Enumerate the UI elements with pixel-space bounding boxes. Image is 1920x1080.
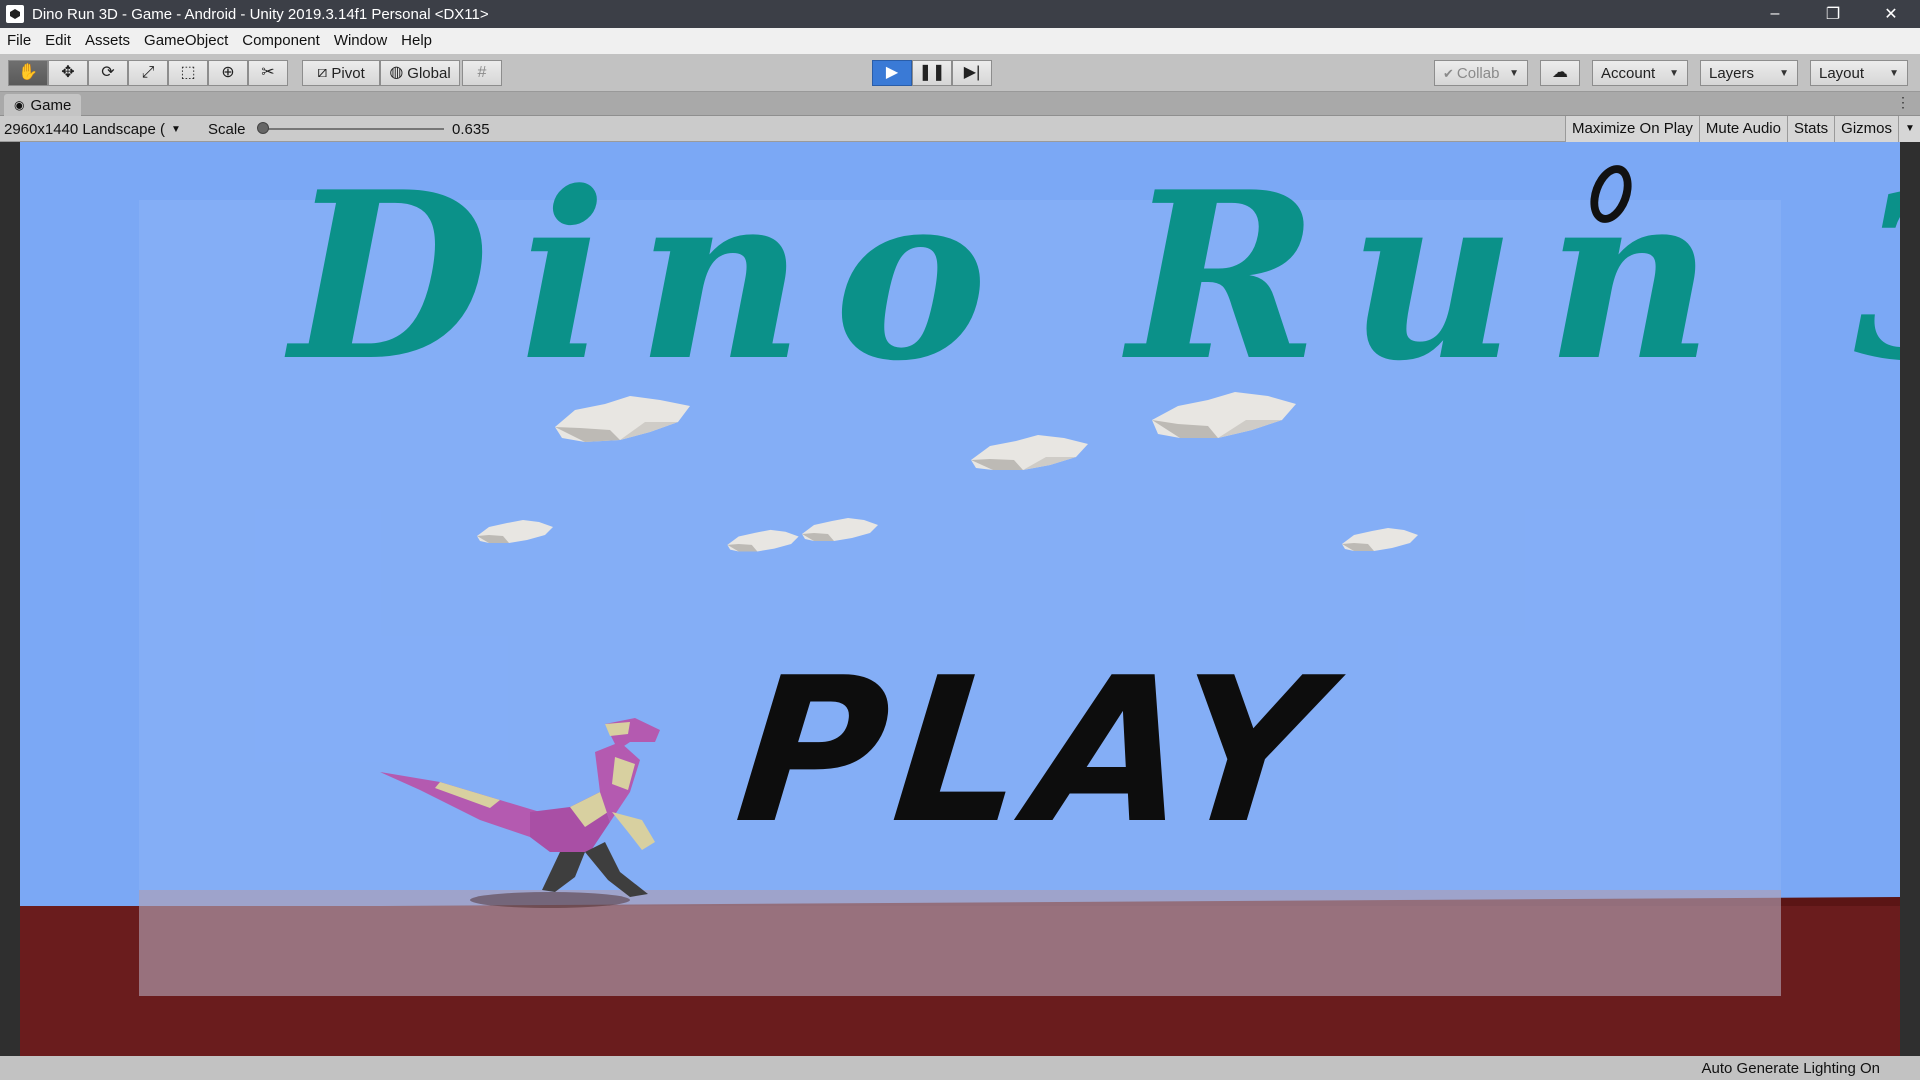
scale-tool-button[interactable]: ⤢: [128, 60, 168, 86]
global-toggle[interactable]: ◍ Global: [380, 60, 460, 86]
menu-file[interactable]: File: [0, 28, 38, 54]
cloud-image: [727, 529, 799, 552]
gamepad-icon: ◉: [14, 98, 25, 112]
pivot-toggle[interactable]: ⧄ Pivot: [302, 60, 380, 86]
game-scene: Dino Run 3D PLAY: [20, 142, 1900, 1056]
game-viewport[interactable]: Dino Run 3D PLAY: [0, 142, 1920, 1056]
grid-icon: #: [477, 64, 487, 81]
hand-icon: ✋: [18, 64, 38, 81]
menu-bar: File Edit Assets GameObject Component Wi…: [0, 28, 1920, 54]
account-group: Account ▼: [1592, 60, 1688, 86]
step-button[interactable]: ▶|: [952, 60, 992, 86]
custom-tool-button[interactable]: ✂: [248, 60, 288, 86]
move-tool-button[interactable]: ✥: [48, 60, 88, 86]
check-icon: ✔: [1443, 65, 1454, 81]
account-label: Account: [1601, 64, 1656, 82]
services-group: ☁: [1540, 60, 1580, 86]
global-label: Global: [407, 64, 451, 82]
collab-dropdown[interactable]: ✔ Collab ▼: [1434, 60, 1528, 86]
rect-tool-button[interactable]: ⬚: [168, 60, 208, 86]
step-icon: ▶|: [963, 64, 981, 81]
unity-logo-icon: [6, 5, 24, 23]
menu-gameobject[interactable]: GameObject: [137, 28, 235, 54]
play-icon: ▶: [885, 64, 899, 81]
scale-slider-handle[interactable]: [257, 122, 269, 134]
menu-help[interactable]: Help: [394, 28, 439, 54]
menu-assets[interactable]: Assets: [78, 28, 137, 54]
grid-snap-button[interactable]: #: [462, 60, 502, 86]
playback-controls: ▶ ❚❚ ▶|: [872, 60, 992, 86]
close-button[interactable]: ✕: [1862, 0, 1920, 28]
scale-label: Scale: [208, 121, 246, 138]
collab-label: Collab: [1456, 64, 1500, 82]
transform-tool-button[interactable]: ⊕: [208, 60, 248, 86]
panel-tab-bar: ◉ Game ⋮: [0, 92, 1920, 116]
pivot-icon: ⧄: [317, 64, 328, 81]
rotate-icon: ⟳: [101, 64, 115, 81]
chevron-down-icon: ▼: [170, 123, 181, 135]
layout-label: Layout: [1819, 64, 1865, 82]
pause-icon: ❚❚: [918, 64, 946, 81]
status-bar: Auto Generate Lighting On: [0, 1056, 1920, 1080]
chevron-down-icon: ▼: [1509, 68, 1519, 79]
globe-icon: ◍: [389, 64, 404, 81]
maximize-on-play-toggle[interactable]: Maximize On Play: [1565, 116, 1699, 142]
status-text: Auto Generate Lighting On: [1701, 1060, 1880, 1077]
scale-slider-track[interactable]: [262, 128, 444, 130]
layers-group: Layers ▼: [1700, 60, 1798, 86]
cloud-icon: ☁: [1552, 64, 1568, 81]
cloud-image: [1342, 528, 1418, 551]
play-button[interactable]: PLAY: [728, 635, 1343, 868]
transform-icon: ⊕: [221, 64, 235, 81]
layers-dropdown[interactable]: Layers ▼: [1700, 60, 1798, 86]
rotate-tool-button[interactable]: ⟳: [88, 60, 128, 86]
dinosaur-character: [380, 718, 660, 908]
game-view-toolbar: 2960x1440 Landscape ( ▼ Scale 0.635 Maxi…: [0, 116, 1920, 142]
menu-edit[interactable]: Edit: [38, 28, 78, 54]
gizmos-dropdown-icon[interactable]: ▼: [1898, 116, 1920, 142]
tab-game-label: Game: [30, 96, 72, 114]
account-dropdown[interactable]: Account ▼: [1592, 60, 1688, 86]
cloud-image: [802, 518, 878, 541]
chevron-down-icon: ▼: [1779, 68, 1789, 79]
hand-tool-button[interactable]: ✋: [8, 60, 48, 86]
layout-dropdown[interactable]: Layout ▼: [1810, 60, 1908, 86]
chevron-down-icon: ▼: [1669, 68, 1679, 79]
scale-icon: ⤢: [141, 64, 155, 81]
cloud-image: [477, 520, 553, 543]
restore-button[interactable]: ❐: [1804, 0, 1862, 28]
window-title: Dino Run 3D - Game - Android - Unity 201…: [32, 5, 489, 23]
main-toolbar: ✋ ✥ ⟳ ⤢ ⬚ ⊕ ✂ ⧄ Pivot ◍ Global # ▶ ❚❚ ▶|…: [0, 54, 1920, 92]
layout-group: Layout ▼: [1810, 60, 1908, 86]
cloud-image: [971, 435, 1088, 470]
rect-icon: ⬚: [180, 64, 196, 81]
mute-audio-toggle[interactable]: Mute Audio: [1698, 116, 1787, 142]
layers-label: Layers: [1709, 64, 1755, 82]
scale-value: 0.635: [452, 121, 490, 138]
minimize-button[interactable]: –: [1746, 0, 1804, 28]
game-view-toggles: Maximize On Play Mute Audio Stats Gizmos…: [1565, 116, 1920, 142]
menu-component[interactable]: Component: [235, 28, 327, 54]
chevron-down-icon: ▼: [1889, 68, 1899, 79]
resolution-label: 2960x1440 Landscape (: [4, 120, 165, 138]
cloud-button[interactable]: ☁: [1540, 60, 1580, 86]
resolution-dropdown[interactable]: 2960x1440 Landscape ( ▼: [4, 118, 181, 140]
menu-window[interactable]: Window: [327, 28, 394, 54]
handle-toggles: ⧄ Pivot ◍ Global #: [302, 60, 502, 86]
window-controls: – ❐ ✕: [1746, 0, 1920, 28]
move-icon: ✥: [61, 64, 75, 81]
pause-button[interactable]: ❚❚: [912, 60, 952, 86]
stats-toggle[interactable]: Stats: [1786, 116, 1835, 142]
play-button[interactable]: ▶: [872, 60, 912, 86]
pivot-label: Pivot: [331, 64, 365, 82]
tab-game[interactable]: ◉ Game: [4, 94, 82, 116]
game-title: Dino Run 3D: [290, 142, 1900, 412]
title-bar: Dino Run 3D - Game - Android - Unity 201…: [0, 0, 1920, 28]
panel-menu-icon[interactable]: ⋮: [1896, 94, 1910, 111]
transform-tools: ✋ ✥ ⟳ ⤢ ⬚ ⊕ ✂: [8, 60, 288, 86]
custom-tool-icon: ✂: [261, 64, 275, 81]
gizmos-toggle[interactable]: Gizmos: [1834, 116, 1898, 142]
collab-group: ✔ Collab ▼: [1434, 60, 1528, 86]
